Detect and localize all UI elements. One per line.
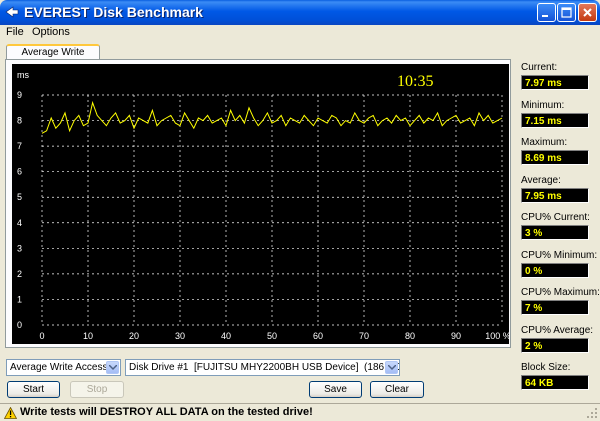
y-tick-label: 1: [17, 294, 22, 304]
x-tick-label: 70: [359, 331, 369, 341]
start-button[interactable]: Start: [7, 381, 60, 398]
stat-value: 64 KB: [521, 375, 589, 390]
x-tick-label: 80: [405, 331, 415, 341]
y-tick-label: 6: [17, 167, 22, 177]
save-button[interactable]: Save: [309, 381, 362, 398]
chevron-down-icon: [388, 365, 396, 371]
stat-label: Average:: [521, 174, 561, 186]
y-tick-label: 8: [17, 116, 22, 126]
menu-file[interactable]: File: [6, 26, 24, 38]
stat-value: 7.95 ms: [521, 187, 589, 203]
status-message: Write tests will DESTROY ALL DATA on the…: [20, 406, 313, 418]
maximize-button[interactable]: [557, 3, 576, 22]
menu-bar: File Options: [0, 25, 600, 41]
y-tick-label: 3: [17, 243, 22, 253]
stat-value: 7 %: [521, 300, 589, 315]
graph-clock: 10:35: [397, 73, 433, 90]
x-tick-label: 10: [83, 331, 93, 341]
window-title: EVEREST Disk Benchmark: [24, 4, 203, 20]
chevron-down-icon: [109, 365, 117, 371]
maximize-icon: [561, 7, 572, 18]
y-tick-label: 4: [17, 218, 22, 228]
graph-background: [12, 64, 509, 344]
stat-label: Minimum:: [521, 99, 565, 111]
status-pane: Write tests will DESTROY ALL DATA on the…: [2, 406, 382, 420]
stat-value: 0 %: [521, 262, 589, 278]
y-tick-label: 2: [17, 269, 22, 279]
drive-select-dropdown[interactable]: [385, 361, 398, 374]
test-select-value: Average Write Access: [10, 362, 108, 373]
stat-value: 7.15 ms: [521, 112, 589, 128]
tab-average-write-access[interactable]: Average Write Access: [6, 44, 100, 71]
unit-label: ms: [17, 70, 29, 80]
minimize-button[interactable]: [537, 3, 556, 22]
stat-label: CPU% Minimum:: [521, 249, 598, 261]
minimize-icon: [542, 15, 548, 17]
x-tick-label: 30: [175, 331, 185, 341]
title-bar[interactable]: EVEREST Disk Benchmark: [0, 0, 600, 25]
x-tick-label: 100 %: [485, 331, 509, 341]
clear-button[interactable]: Clear: [370, 381, 424, 398]
resize-grip-icon[interactable]: [586, 407, 598, 419]
x-tick-label: 20: [129, 331, 139, 341]
y-tick-label: 7: [17, 141, 22, 151]
x-tick-label: 0: [39, 331, 44, 341]
x-tick-label: 60: [313, 331, 323, 341]
y-tick-label: 5: [17, 192, 22, 202]
stat-label: Current:: [521, 62, 558, 73]
app-icon: [5, 6, 19, 18]
x-tick-label: 40: [221, 331, 231, 341]
stat-label: CPU% Maximum:: [521, 287, 600, 298]
menu-options[interactable]: Options: [32, 26, 70, 38]
drive-select-value: Disk Drive #1 [FUJITSU MHY2200BH USB Dev…: [129, 362, 400, 373]
stat-value: 8.69 ms: [521, 150, 589, 165]
stat-value: 3 %: [521, 225, 589, 240]
stat-value: 7.97 ms: [521, 75, 589, 90]
stat-label: CPU% Current:: [521, 212, 590, 223]
test-select-dropdown[interactable]: [106, 361, 119, 374]
x-tick-label: 90: [451, 331, 461, 341]
warning-icon: [4, 407, 17, 419]
y-tick-label: 0: [17, 320, 22, 330]
benchmark-graph: ms 10:35 9876543210 0 10 20 30 40 50 60 70 80 90 1…: [12, 64, 509, 344]
status-bar: Write tests will DESTROY ALL DATA on the…: [0, 403, 600, 421]
close-icon: [583, 8, 592, 17]
y-tick-label: 9: [17, 90, 22, 100]
stat-value: 2 %: [521, 337, 589, 353]
close-button[interactable]: [578, 3, 597, 22]
stat-label: CPU% Average:: [521, 324, 594, 336]
stat-label: Block Size:: [521, 362, 571, 373]
x-tick-label: 50: [267, 331, 277, 341]
stop-button[interactable]: Stop: [70, 381, 124, 398]
stat-label: Maximum:: [521, 137, 568, 148]
test-select[interactable]: Average Write Access: [6, 359, 121, 376]
drive-select[interactable]: Disk Drive #1 [FUJITSU MHY2200BH USB Dev…: [125, 359, 400, 376]
